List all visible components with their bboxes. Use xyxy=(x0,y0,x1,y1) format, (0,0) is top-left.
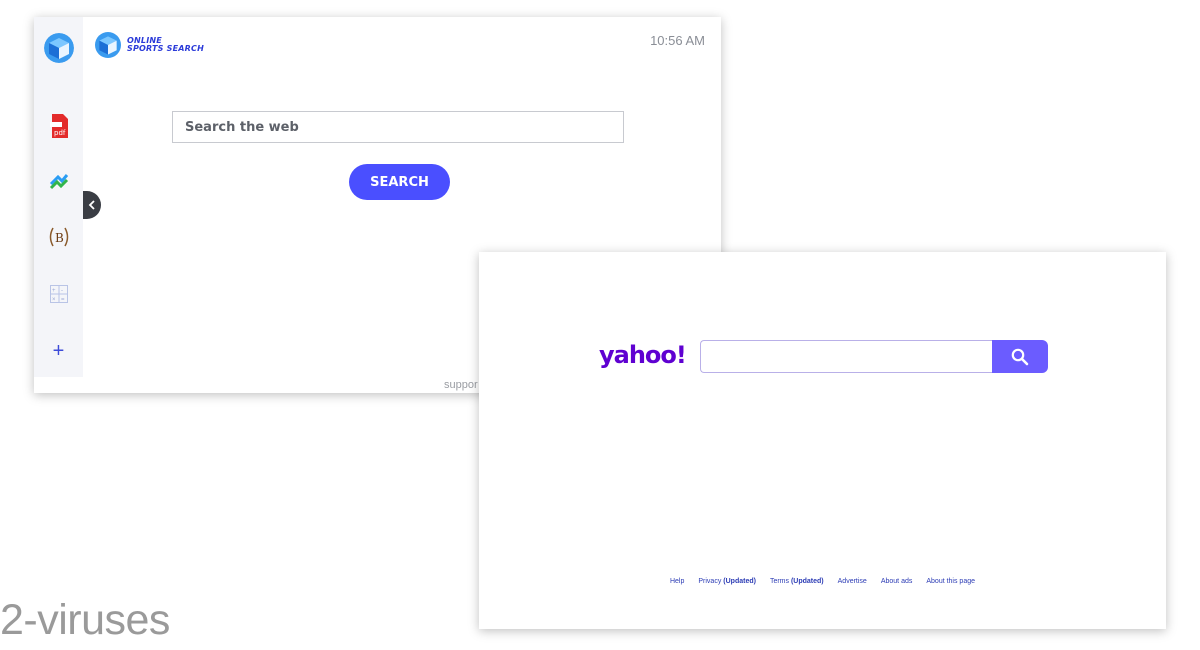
clock: 10:56 AM xyxy=(650,33,705,48)
chevron-left-icon xyxy=(88,200,95,210)
collapse-sidebar-button[interactable] xyxy=(83,191,101,219)
footer-link-about-ads[interactable]: About ads xyxy=(881,578,913,585)
footer-link-terms[interactable]: Terms (Updated) xyxy=(770,578,824,585)
brand-line-2: SPORTS SEARCH xyxy=(127,44,204,53)
app-logo-icon[interactable] xyxy=(34,32,83,64)
brand-logo[interactable]: ONLINE SPORTS SEARCH xyxy=(95,32,204,58)
svg-text:-: - xyxy=(61,288,63,294)
arrows-icon[interactable] xyxy=(34,167,83,195)
footer-link-help[interactable]: Help xyxy=(670,578,684,585)
footer-link-about-page[interactable]: About this page xyxy=(926,578,975,585)
yahoo-search-window: yahoo! Help Privacy (Updated) Terms (Upd… xyxy=(479,252,1166,629)
watermark: 2-viruses xyxy=(0,596,170,644)
support-link[interactable]: suppor xyxy=(444,379,478,391)
footer-link-privacy[interactable]: Privacy (Updated) xyxy=(698,578,756,585)
search-icon xyxy=(1011,348,1029,365)
yahoo-search-input[interactable] xyxy=(700,340,992,373)
yahoo-footer: Help Privacy (Updated) Terms (Updated) A… xyxy=(479,578,1166,585)
svg-text:+: + xyxy=(52,288,56,294)
footer-link-advertise[interactable]: Advertise xyxy=(838,578,867,585)
svg-text:=: = xyxy=(61,297,65,303)
svg-text:B: B xyxy=(55,231,64,245)
add-icon[interactable]: + xyxy=(34,339,83,363)
svg-text:pdf: pdf xyxy=(54,129,66,137)
search-button[interactable]: SEARCH xyxy=(349,164,450,200)
calculator-icon[interactable]: + - × = xyxy=(34,282,83,306)
yahoo-search-button[interactable] xyxy=(992,340,1048,373)
web-search-input[interactable] xyxy=(172,111,624,143)
svg-text:×: × xyxy=(52,297,56,303)
sidebar: pdf B + - × = + xyxy=(34,17,83,377)
pdf-icon[interactable]: pdf xyxy=(34,112,83,140)
yahoo-logo[interactable]: yahoo! xyxy=(599,341,687,369)
bitcoin-icon[interactable]: B xyxy=(34,223,83,251)
brand-cube-icon xyxy=(95,32,121,58)
